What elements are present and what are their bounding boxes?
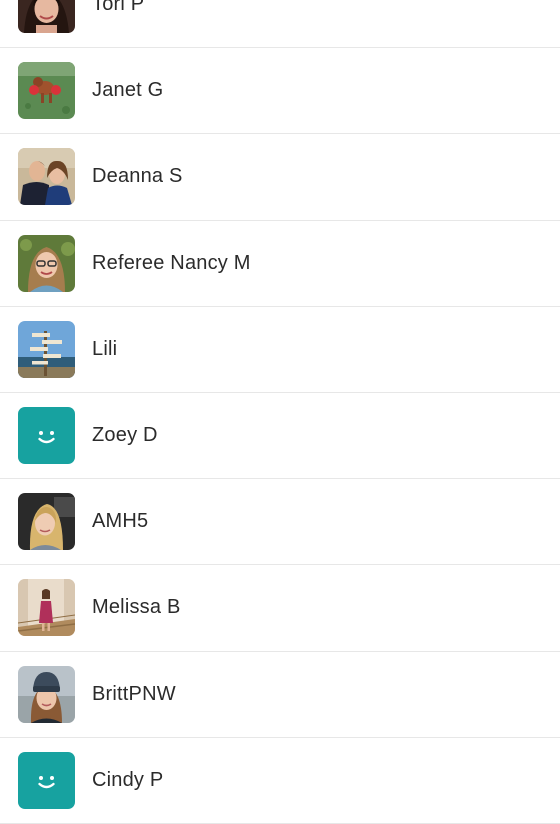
photo-dog-on-grass-icon — [18, 62, 75, 120]
photo-couple-icon — [18, 148, 75, 206]
photo-woman-beanie-icon — [18, 665, 75, 723]
member-row[interactable]: Janet G — [0, 48, 560, 135]
photo-blonde-in-car-icon — [18, 493, 75, 551]
photo-signpost-icon — [18, 320, 75, 378]
member-avatar[interactable] — [18, 234, 75, 292]
member-row[interactable]: Cindy P — [0, 738, 560, 824]
member-name[interactable]: Deanna S — [92, 134, 183, 219]
member-name[interactable]: Cindy P — [92, 738, 163, 823]
member-row[interactable]: Deanna S — [0, 134, 560, 221]
member-row[interactable]: Tori P — [0, 0, 560, 49]
member-avatar[interactable] — [18, 751, 75, 809]
member-row[interactable]: Referee Nancy M — [0, 221, 560, 307]
default-smiley-avatar-icon — [18, 751, 75, 809]
member-list: Tori P Janet G Deanna S Referee Nancy M … — [0, 0, 560, 824]
member-name[interactable]: Janet G — [92, 48, 163, 133]
member-name[interactable]: Tori P — [92, 0, 144, 47]
member-row[interactable]: BrittPNW — [0, 652, 560, 738]
member-avatar[interactable] — [18, 406, 75, 464]
member-avatar[interactable] — [18, 493, 75, 551]
member-avatar[interactable] — [18, 0, 75, 33]
default-smiley-avatar-icon — [18, 406, 75, 464]
member-avatar[interactable] — [18, 320, 75, 378]
photo-woman-glasses-icon — [18, 234, 75, 292]
member-name[interactable]: AMH5 — [92, 479, 148, 564]
member-row[interactable]: AMH5 — [0, 479, 560, 566]
member-name[interactable]: Zoey D — [92, 393, 158, 478]
member-avatar[interactable] — [18, 62, 75, 120]
member-row[interactable]: Melissa B — [0, 565, 560, 652]
member-name[interactable]: Referee Nancy M — [92, 221, 251, 306]
member-avatar[interactable] — [18, 665, 75, 723]
member-row[interactable]: Lili — [0, 307, 560, 393]
member-name[interactable]: Lili — [92, 307, 117, 392]
member-name[interactable]: Melissa B — [92, 565, 181, 650]
member-avatar[interactable] — [18, 148, 75, 206]
member-name[interactable]: BrittPNW — [92, 652, 176, 737]
photo-brunette-portrait-icon — [18, 0, 75, 33]
photo-woman-on-stairs-icon — [18, 579, 75, 637]
member-row[interactable]: Zoey D — [0, 393, 560, 480]
member-avatar[interactable] — [18, 579, 75, 637]
